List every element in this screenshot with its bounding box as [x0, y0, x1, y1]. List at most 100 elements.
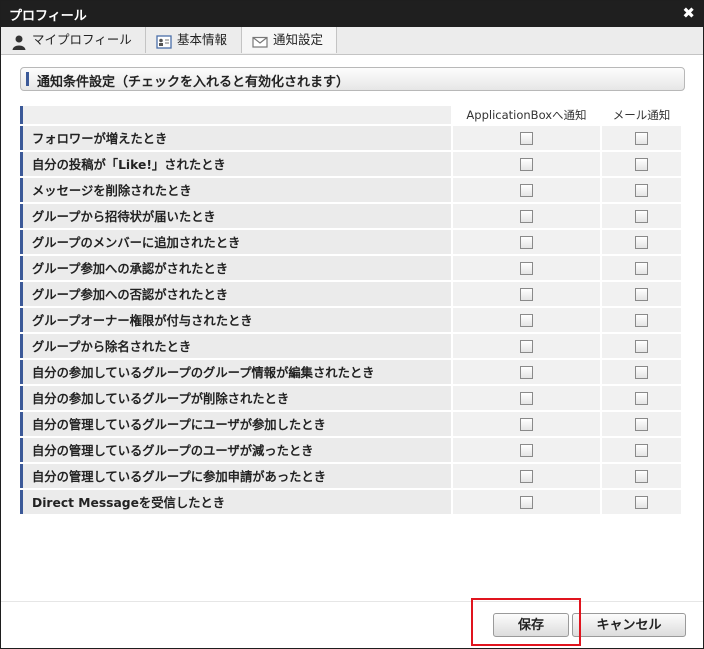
mail-notify-checkbox[interactable]	[635, 392, 648, 405]
mail-notify-checkbox[interactable]	[635, 184, 648, 197]
app-notify-checkbox[interactable]	[520, 340, 533, 353]
app-notify-cell	[453, 386, 600, 410]
tab-basic-info[interactable]: 基本情報	[146, 27, 242, 53]
table-row: グループから除名されたとき	[20, 334, 681, 358]
mail-notify-checkbox[interactable]	[635, 418, 648, 431]
notification-table: ApplicationBoxへ通知 メール通知 フォロワーが増えたとき 自分の投稿…	[20, 104, 681, 516]
table-row: 自分の管理しているグループのユーザが減ったとき	[20, 438, 681, 462]
mail-notify-cell	[602, 438, 681, 462]
table-row: グループのメンバーに追加されたとき	[20, 230, 681, 254]
mail-notify-checkbox[interactable]	[635, 470, 648, 483]
mail-notify-cell	[602, 334, 681, 358]
row-label: 自分の参加しているグループのグループ情報が編集されたとき	[20, 360, 451, 384]
mail-notify-checkbox[interactable]	[635, 496, 648, 509]
app-notify-checkbox[interactable]	[520, 262, 533, 275]
table-row: グループ参加への否認がされたとき	[20, 282, 681, 306]
row-label: 自分の参加しているグループが削除されたとき	[20, 386, 451, 410]
profile-dialog: プロフィール ✖ マイプロフィール 基本情報 通知設定 通知条件設定（チェックを…	[0, 0, 704, 649]
table-row: 自分の管理しているグループにユーザが参加したとき	[20, 412, 681, 436]
app-notify-checkbox[interactable]	[520, 132, 533, 145]
mail-notify-cell	[602, 490, 681, 514]
mail-notify-checkbox[interactable]	[635, 210, 648, 223]
tab-my-profile[interactable]: マイプロフィール	[1, 27, 146, 53]
mail-notify-checkbox[interactable]	[635, 444, 648, 457]
section-marker	[26, 72, 29, 86]
row-label: Direct Messageを受信したとき	[20, 490, 451, 514]
column-header-app: ApplicationBoxへ通知	[453, 106, 600, 124]
app-notify-cell	[453, 490, 600, 514]
mail-notify-cell	[602, 256, 681, 280]
cancel-button[interactable]: キャンセル	[572, 613, 686, 637]
table-row: グループ参加への承認がされたとき	[20, 256, 681, 280]
row-label: 自分の管理しているグループに参加申請があったとき	[20, 464, 451, 488]
table-row: 自分の参加しているグループのグループ情報が編集されたとき	[20, 360, 681, 384]
table-row: 自分の参加しているグループが削除されたとき	[20, 386, 681, 410]
table-row: 自分の管理しているグループに参加申請があったとき	[20, 464, 681, 488]
table-row: 自分の投稿が「Like!」されたとき	[20, 152, 681, 176]
table-row: フォロワーが増えたとき	[20, 126, 681, 150]
app-notify-checkbox[interactable]	[520, 210, 533, 223]
app-notify-checkbox[interactable]	[520, 184, 533, 197]
table-row: グループから招待状が届いたとき	[20, 204, 681, 228]
envelope-icon	[252, 33, 268, 49]
mail-notify-checkbox[interactable]	[635, 236, 648, 249]
app-notify-cell	[453, 178, 600, 202]
id-card-icon	[156, 33, 172, 49]
app-notify-cell	[453, 204, 600, 228]
app-notify-checkbox[interactable]	[520, 392, 533, 405]
table-header-row: ApplicationBoxへ通知 メール通知	[20, 106, 681, 124]
tab-bar: マイプロフィール 基本情報 通知設定	[1, 27, 703, 55]
row-label: 自分の管理しているグループにユーザが参加したとき	[20, 412, 451, 436]
mail-notify-checkbox[interactable]	[635, 314, 648, 327]
app-notify-checkbox[interactable]	[520, 158, 533, 171]
row-label: グループ参加への否認がされたとき	[20, 282, 451, 306]
app-notify-checkbox[interactable]	[520, 418, 533, 431]
close-icon[interactable]: ✖	[682, 4, 695, 22]
app-notify-checkbox[interactable]	[520, 366, 533, 379]
mail-notify-checkbox[interactable]	[635, 262, 648, 275]
app-notify-cell	[453, 256, 600, 280]
app-notify-checkbox[interactable]	[520, 470, 533, 483]
mail-notify-checkbox[interactable]	[635, 158, 648, 171]
mail-notify-cell	[602, 386, 681, 410]
footer-divider	[1, 601, 703, 602]
app-notify-cell	[453, 438, 600, 462]
row-label: 自分の投稿が「Like!」されたとき	[20, 152, 451, 176]
mail-notify-cell	[602, 178, 681, 202]
app-notify-checkbox[interactable]	[520, 444, 533, 457]
mail-notify-cell	[602, 308, 681, 332]
row-label: グループのメンバーに追加されたとき	[20, 230, 451, 254]
row-label: 自分の管理しているグループのユーザが減ったとき	[20, 438, 451, 462]
app-notify-cell	[453, 412, 600, 436]
column-header-mail: メール通知	[602, 106, 681, 124]
mail-notify-cell	[602, 464, 681, 488]
row-label: グループオーナー権限が付与されたとき	[20, 308, 451, 332]
dialog-title: プロフィール	[9, 9, 87, 24]
app-notify-checkbox[interactable]	[520, 496, 533, 509]
table-row: Direct Messageを受信したとき	[20, 490, 681, 514]
mail-notify-cell	[602, 282, 681, 306]
header-label-cell	[20, 106, 451, 124]
app-notify-cell	[453, 152, 600, 176]
app-notify-checkbox[interactable]	[520, 314, 533, 327]
mail-notify-cell	[602, 230, 681, 254]
tab-label: マイプロフィール	[32, 32, 132, 47]
tab-label: 基本情報	[177, 32, 228, 47]
mail-notify-cell	[602, 412, 681, 436]
mail-notify-checkbox[interactable]	[635, 288, 648, 301]
app-notify-cell	[453, 126, 600, 150]
mail-notify-checkbox[interactable]	[635, 366, 648, 379]
mail-notify-checkbox[interactable]	[635, 132, 648, 145]
dialog-titlebar: プロフィール ✖	[1, 1, 703, 27]
app-notify-cell	[453, 282, 600, 306]
app-notify-cell	[453, 230, 600, 254]
app-notify-checkbox[interactable]	[520, 288, 533, 301]
mail-notify-checkbox[interactable]	[635, 340, 648, 353]
tab-notification-settings[interactable]: 通知設定	[242, 27, 337, 53]
mail-notify-cell	[602, 204, 681, 228]
row-label: メッセージを削除されたとき	[20, 178, 451, 202]
section-header: 通知条件設定（チェックを入れると有効化されます）	[20, 67, 685, 91]
app-notify-cell	[453, 360, 600, 384]
app-notify-cell	[453, 308, 600, 332]
app-notify-checkbox[interactable]	[520, 236, 533, 249]
